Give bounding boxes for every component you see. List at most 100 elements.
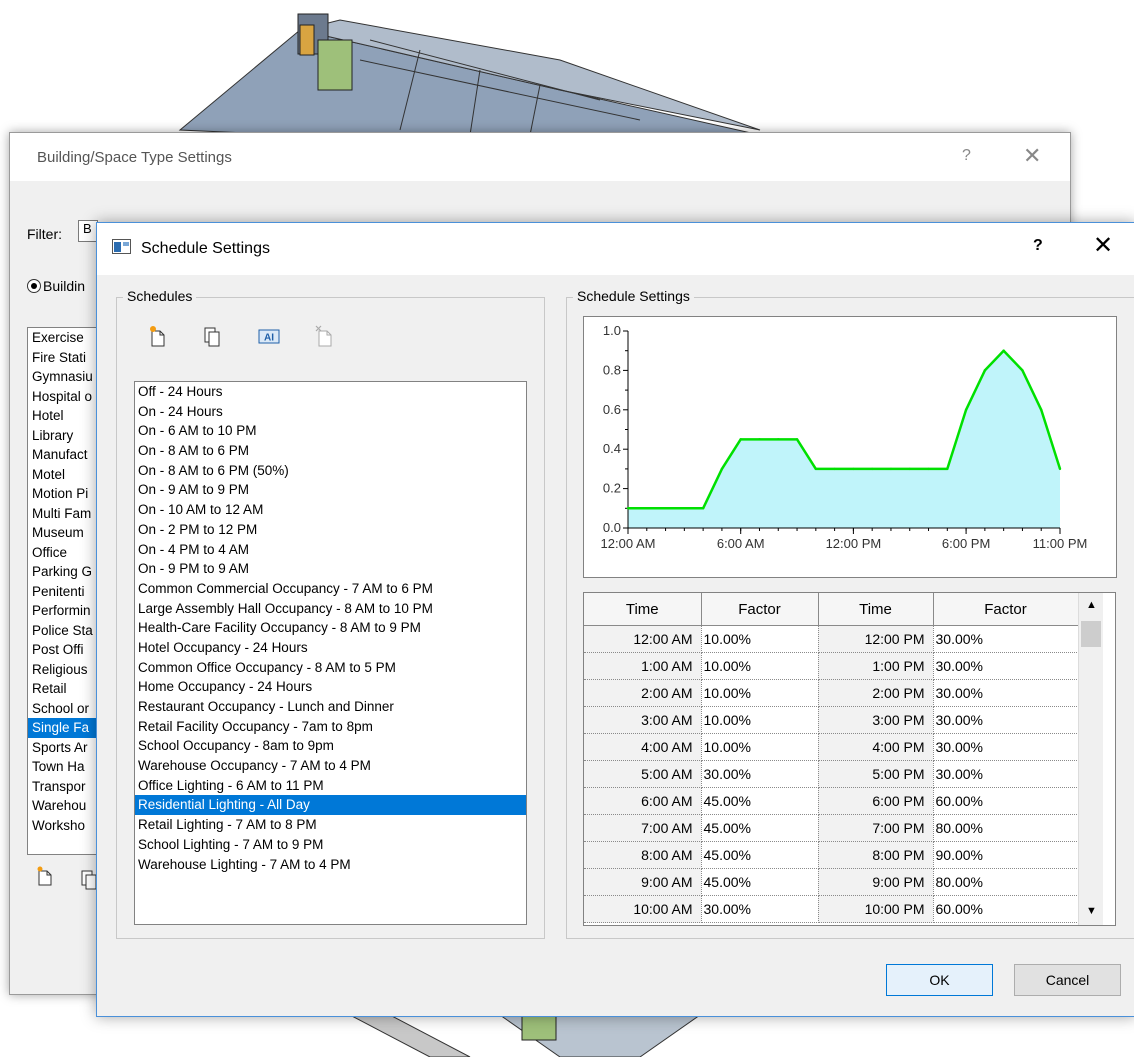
schedule-list-item[interactable]: On - 8 AM to 6 PM (50%) — [135, 461, 526, 481]
cell-factor-am[interactable]: 45.00% — [701, 787, 819, 815]
delete-schedule-icon[interactable] — [314, 325, 334, 347]
chart-x-tick-label: 12:00 AM — [601, 536, 656, 551]
cell-factor-pm[interactable]: 60.00% — [933, 895, 1079, 923]
table-row: 3:00 AM 10.00% 3:00 PM 30.00% — [584, 706, 1079, 734]
schedule-list-item[interactable]: On - 8 AM to 6 PM — [135, 441, 526, 461]
cell-factor-am[interactable]: 45.00% — [701, 868, 819, 896]
cell-factor-am[interactable]: 30.00% — [701, 760, 819, 788]
schedule-list[interactable]: Off - 24 Hours On - 24 Hours On - 6 AM to … — [134, 381, 527, 925]
settings-group-label: Schedule Settings — [573, 288, 694, 304]
scroll-thumb[interactable] — [1081, 621, 1101, 647]
cell-time-pm: 6:00 PM — [818, 787, 934, 815]
schedule-settings-group: Schedule Settings 0.0 0.2 0.4 0.6 0.8 1.0 12:0… — [566, 288, 1134, 939]
cell-factor-am[interactable]: 10.00% — [701, 652, 819, 680]
chart-point — [833, 467, 836, 471]
front-close-icon[interactable]: ✕ — [1093, 231, 1113, 260]
schedule-list-item[interactable]: Common Office Occupancy - 8 AM to 5 PM — [135, 658, 526, 678]
new-schedule-icon[interactable] — [149, 325, 167, 347]
cell-factor-am[interactable]: 10.00% — [701, 625, 819, 653]
chart-x-tick-label: 6:00 AM — [717, 536, 765, 551]
schedule-list-item[interactable]: Off - 24 Hours — [135, 382, 526, 402]
schedule-list-item[interactable]: Large Assembly Hall Occupancy - 8 AM to … — [135, 599, 526, 619]
cell-factor-am[interactable]: 10.00% — [701, 706, 819, 734]
table-row: 7:00 AM 45.00% 7:00 PM 80.00% — [584, 814, 1079, 842]
cell-factor-pm[interactable]: 30.00% — [933, 760, 1079, 788]
schedule-list-item[interactable]: Hotel Occupancy - 24 Hours — [135, 638, 526, 658]
schedules-group-label: Schedules — [123, 288, 197, 304]
schedule-list-item[interactable]: Retail Lighting - 7 AM to 8 PM — [135, 815, 526, 835]
schedule-list-item[interactable]: Common Commercial Occupancy - 7 AM to 6 … — [135, 579, 526, 599]
back-help-button[interactable]: ? — [962, 147, 971, 165]
schedule-list-item[interactable]: Home Occupancy - 24 Hours — [135, 677, 526, 697]
cell-factor-am[interactable]: 30.00% — [701, 895, 819, 923]
cell-time-pm: 1:00 PM — [818, 652, 934, 680]
schedule-list-item[interactable]: School Occupancy - 8am to 9pm — [135, 736, 526, 756]
schedule-list-item[interactable]: On - 4 PM to 4 AM — [135, 540, 526, 560]
cell-time-am: 3:00 AM — [584, 706, 702, 734]
cell-time-am: 2:00 AM — [584, 679, 702, 707]
building-radio[interactable]: Buildin — [27, 278, 85, 294]
schedule-list-item[interactable]: On - 9 AM to 9 PM — [135, 480, 526, 500]
cell-factor-pm[interactable]: 30.00% — [933, 706, 1079, 734]
cell-factor-am[interactable]: 45.00% — [701, 841, 819, 869]
schedule-list-item[interactable]: Residential Lighting - All Day — [135, 795, 526, 816]
duplicate-schedule-icon[interactable] — [204, 325, 222, 347]
new-type-icon[interactable] — [36, 866, 54, 886]
cell-time-am: 9:00 AM — [584, 868, 702, 896]
schedule-list-item[interactable]: On - 9 PM to 9 AM — [135, 559, 526, 579]
cell-factor-pm[interactable]: 30.00% — [933, 733, 1079, 761]
schedule-list-item[interactable]: On - 6 AM to 10 PM — [135, 421, 526, 441]
cell-factor-pm[interactable]: 60.00% — [933, 787, 1079, 815]
cell-factor-pm[interactable]: 80.00% — [933, 868, 1079, 896]
schedule-list-item[interactable]: On - 10 AM to 12 AM — [135, 500, 526, 520]
cell-factor-pm[interactable]: 80.00% — [933, 814, 1079, 842]
cell-time-am: 12:00 AM — [584, 625, 702, 653]
schedule-list-item[interactable]: Restaurant Occupancy - Lunch and Dinner — [135, 697, 526, 717]
chart-point — [664, 507, 667, 510]
cell-time-pm: 5:00 PM — [818, 760, 934, 788]
cell-time-pm: 8:00 PM — [818, 841, 934, 869]
schedule-list-item[interactable]: Warehouse Occupancy - 7 AM to 4 PM — [135, 756, 526, 776]
chart-x-tick-label: 6:00 PM — [942, 536, 990, 551]
cell-factor-am[interactable]: 10.00% — [701, 733, 819, 761]
chart-x-tick-label: 12:00 PM — [826, 536, 882, 551]
chart-point — [645, 507, 648, 510]
table-row: 4:00 AM 10.00% 4:00 PM 30.00% — [584, 733, 1079, 761]
rename-schedule-icon[interactable]: AI — [258, 325, 280, 347]
cell-factor-pm[interactable]: 30.00% — [933, 625, 1079, 653]
schedule-list-item[interactable]: School Lighting - 7 AM to 9 PM — [135, 835, 526, 855]
scroll-up-icon[interactable]: ▲ — [1086, 599, 1097, 611]
chart-point — [1058, 467, 1062, 471]
back-dialog-titlebar: Building/Space Type Settings ? ✕ — [10, 133, 1070, 181]
cell-time-pm: 4:00 PM — [818, 733, 934, 761]
cell-factor-pm[interactable]: 30.00% — [933, 679, 1079, 707]
cancel-button[interactable]: Cancel — [1014, 964, 1121, 996]
ok-button[interactable]: OK — [886, 964, 993, 996]
schedule-list-item[interactable]: Health-Care Facility Occupancy - 8 AM to… — [135, 618, 526, 638]
filter-label: Filter: — [27, 226, 62, 242]
header-factor-pm: Factor — [933, 593, 1079, 626]
table-scrollbar[interactable]: ▲ ▼ — [1078, 593, 1103, 925]
schedule-list-item[interactable]: Office Lighting - 6 AM to 11 PM — [135, 776, 526, 796]
schedules-group: Schedules AI Off - 24 Hours On - 24 Hours… — [116, 288, 545, 939]
cell-time-pm: 2:00 PM — [818, 679, 934, 707]
cell-factor-am[interactable]: 10.00% — [701, 679, 819, 707]
front-dialog-title: Schedule Settings — [141, 240, 270, 257]
schedule-list-item[interactable]: On - 2 PM to 12 PM — [135, 520, 526, 540]
cell-factor-am[interactable]: 45.00% — [701, 814, 819, 842]
chart-point — [983, 369, 987, 372]
scroll-down-icon[interactable]: ▼ — [1086, 905, 1097, 917]
back-close-icon[interactable]: ✕ — [1023, 143, 1041, 169]
filter-input[interactable]: B — [78, 220, 98, 242]
schedule-list-item[interactable]: Warehouse Lighting - 7 AM to 4 PM — [135, 855, 526, 875]
schedule-list-item[interactable]: On - 24 Hours — [135, 402, 526, 422]
cell-factor-pm[interactable]: 90.00% — [933, 841, 1079, 869]
cell-factor-pm[interactable]: 30.00% — [933, 652, 1079, 680]
table-row: 2:00 AM 10.00% 2:00 PM 30.00% — [584, 679, 1079, 707]
chart-point — [720, 467, 724, 471]
header-time-am: Time — [584, 593, 702, 626]
chart-point — [889, 467, 893, 471]
schedule-list-item[interactable]: Retail Facility Occupancy - 7am to 8pm — [135, 717, 526, 737]
table-row: 9:00 AM 45.00% 9:00 PM 80.00% — [584, 868, 1079, 896]
front-help-button[interactable]: ? — [1033, 237, 1043, 255]
